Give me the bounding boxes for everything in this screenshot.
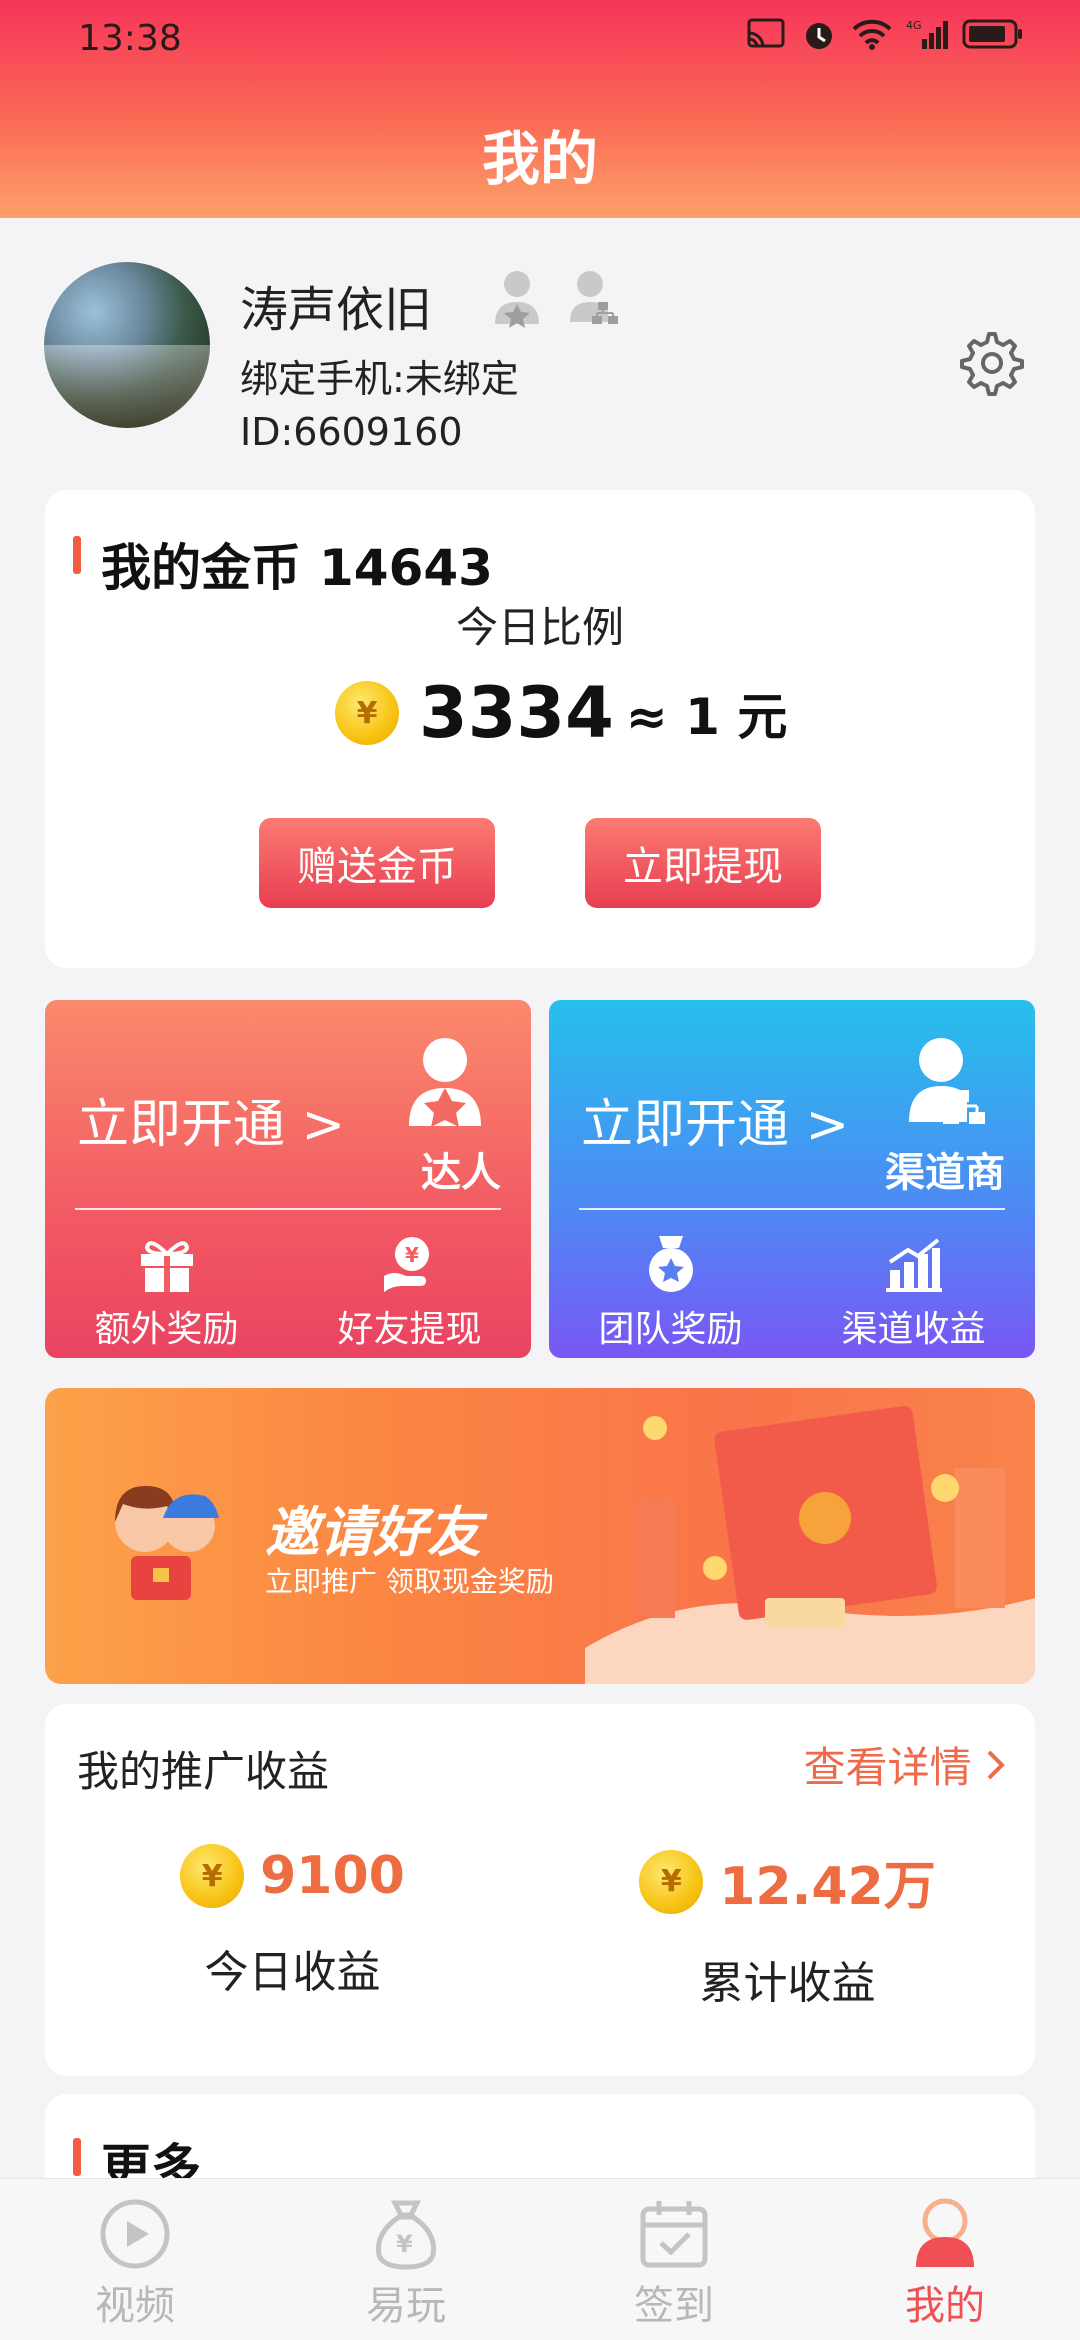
ratio-row: ¥ 3334 ≈ 1 元 <box>335 672 787 754</box>
ratio-value: 3334 <box>419 672 614 754</box>
divider <box>75 1208 501 1210</box>
gift-icon <box>137 1234 197 1294</box>
username: 涛声依旧 <box>240 282 433 338</box>
org-user-icon <box>907 1036 991 1128</box>
nav-play[interactable]: ¥ 易玩 <box>331 2197 481 2331</box>
tile-open-text[interactable]: 立即开通 > <box>581 1082 849 1157</box>
signal-icon: 4G <box>906 17 948 55</box>
sub-label: 团队奖励 <box>598 1309 743 1350</box>
invite-friends-banner[interactable]: 邀请好友 立即推广 领取现金奖励 <box>45 1388 1035 1684</box>
section-accent-bar <box>73 2138 81 2176</box>
talent-tile[interactable]: 立即开通 > 达人 额外奖励 ¥ 好友提现 <box>45 1000 531 1358</box>
money-bag-icon: ¥ <box>369 2197 443 2271</box>
tile-role: 达人 <box>421 1150 501 1196</box>
bound-phone-text: 绑定手机:未绑定 <box>240 357 519 401</box>
earnings-card: 我的推广收益 查看详情 ¥9100 今日收益 ¥12.42万 累计收益 <box>45 1704 1035 2076</box>
nav-checkin[interactable]: 签到 <box>599 2197 749 2331</box>
section-accent-bar <box>73 536 81 574</box>
promotion-illustration <box>585 1405 1035 1684</box>
view-details-link[interactable]: 查看详情 <box>804 1734 1007 1795</box>
calendar-check-icon <box>637 2197 711 2271</box>
total-earnings-value: 12.42万 <box>719 1857 936 1917</box>
vip-user-icon <box>403 1036 487 1128</box>
alarm-icon <box>800 16 838 56</box>
nav-label: 我的 <box>905 2283 985 2329</box>
cash-hand-icon: ¥ <box>380 1234 440 1294</box>
kids-illustration <box>115 1485 219 1600</box>
banner-subtitle: 立即推广 领取现金奖励 <box>265 1565 554 1598</box>
tile-role: 渠道商 <box>885 1150 1005 1196</box>
chevron-right-icon <box>987 1750 1005 1780</box>
nav-mine[interactable]: 我的 <box>870 2197 1020 2331</box>
total-earnings-label: 累计收益 <box>699 1958 876 2009</box>
divider <box>579 1208 1005 1210</box>
ratio-label: 今日比例 <box>455 603 624 652</box>
svg-text:¥: ¥ <box>405 1243 419 1267</box>
sub-label: 渠道收益 <box>841 1309 986 1350</box>
user-id-text: ID:6609160 <box>240 410 463 454</box>
tile-open-text[interactable]: 立即开通 > <box>77 1082 345 1157</box>
coins-title-label: 我的金币 <box>101 539 301 597</box>
nav-label: 易玩 <box>366 2283 446 2329</box>
gold-coin-icon: ¥ <box>639 1849 704 1914</box>
svg-text:¥: ¥ <box>396 2230 413 2258</box>
cast-icon <box>746 17 786 55</box>
sub-label: 额外奖励 <box>94 1309 239 1350</box>
channel-badge-icon[interactable] <box>568 268 622 328</box>
team-reward-item[interactable]: 团队奖励 <box>549 1226 792 1350</box>
medal-icon <box>641 1234 701 1294</box>
today-earnings-value: 9100 <box>260 1846 405 1906</box>
bottom-nav: 视频 ¥ 易玩 签到 我的 <box>0 2178 1080 2340</box>
settings-gear-icon[interactable] <box>954 328 1024 398</box>
play-circle-icon <box>98 2197 172 2271</box>
vip-badge-icon[interactable] <box>490 268 544 328</box>
withdraw-button[interactable]: 立即提现 <box>585 818 821 908</box>
coins-title: 我的金币 14643 <box>101 528 493 600</box>
channel-tile[interactable]: 立即开通 > 渠道商 团队奖励 渠道收益 <box>549 1000 1035 1358</box>
today-earnings: ¥9100 今日收益 <box>45 1844 540 2000</box>
wifi-icon <box>852 17 892 55</box>
header-bar: 13:38 4G 我的 <box>0 0 1080 218</box>
today-earnings-label: 今日收益 <box>204 1947 381 1998</box>
channel-earnings-item[interactable]: 渠道收益 <box>792 1226 1035 1350</box>
banner-title: 邀请好友 <box>265 1501 481 1564</box>
sub-label: 好友提现 <box>337 1309 482 1350</box>
avatar[interactable] <box>44 262 210 428</box>
view-details-label: 查看详情 <box>803 1743 972 1792</box>
ratio-equivalent: ≈ 1 元 <box>625 688 788 746</box>
gold-coin-icon: ¥ <box>180 1844 245 1908</box>
gold-coin-icon: ¥ <box>335 681 399 745</box>
page-title: 我的 <box>481 125 598 193</box>
earnings-title: 我的推广收益 <box>77 1747 330 1796</box>
status-time: 13:38 <box>78 18 182 59</box>
nav-label: 视频 <box>95 2283 175 2329</box>
friend-withdraw-item[interactable]: ¥ 好友提现 <box>288 1226 531 1350</box>
battery-icon <box>962 17 1024 55</box>
nav-label: 签到 <box>634 2283 714 2329</box>
nav-video[interactable]: 视频 <box>60 2197 210 2331</box>
gift-coins-button[interactable]: 赠送金币 <box>259 818 495 908</box>
status-icons: 4G <box>746 16 1024 56</box>
user-icon <box>908 2197 982 2271</box>
coins-amount: 14643 <box>319 539 493 597</box>
svg-text:4G: 4G <box>906 19 922 32</box>
bar-growth-icon <box>884 1234 944 1294</box>
total-earnings: ¥12.42万 累计收益 <box>540 1844 1035 2011</box>
coins-card: 我的金币 14643 今日比例 ¥ 3334 ≈ 1 元 赠送金币 立即提现 <box>45 490 1035 968</box>
extra-reward-item[interactable]: 额外奖励 <box>45 1226 288 1350</box>
